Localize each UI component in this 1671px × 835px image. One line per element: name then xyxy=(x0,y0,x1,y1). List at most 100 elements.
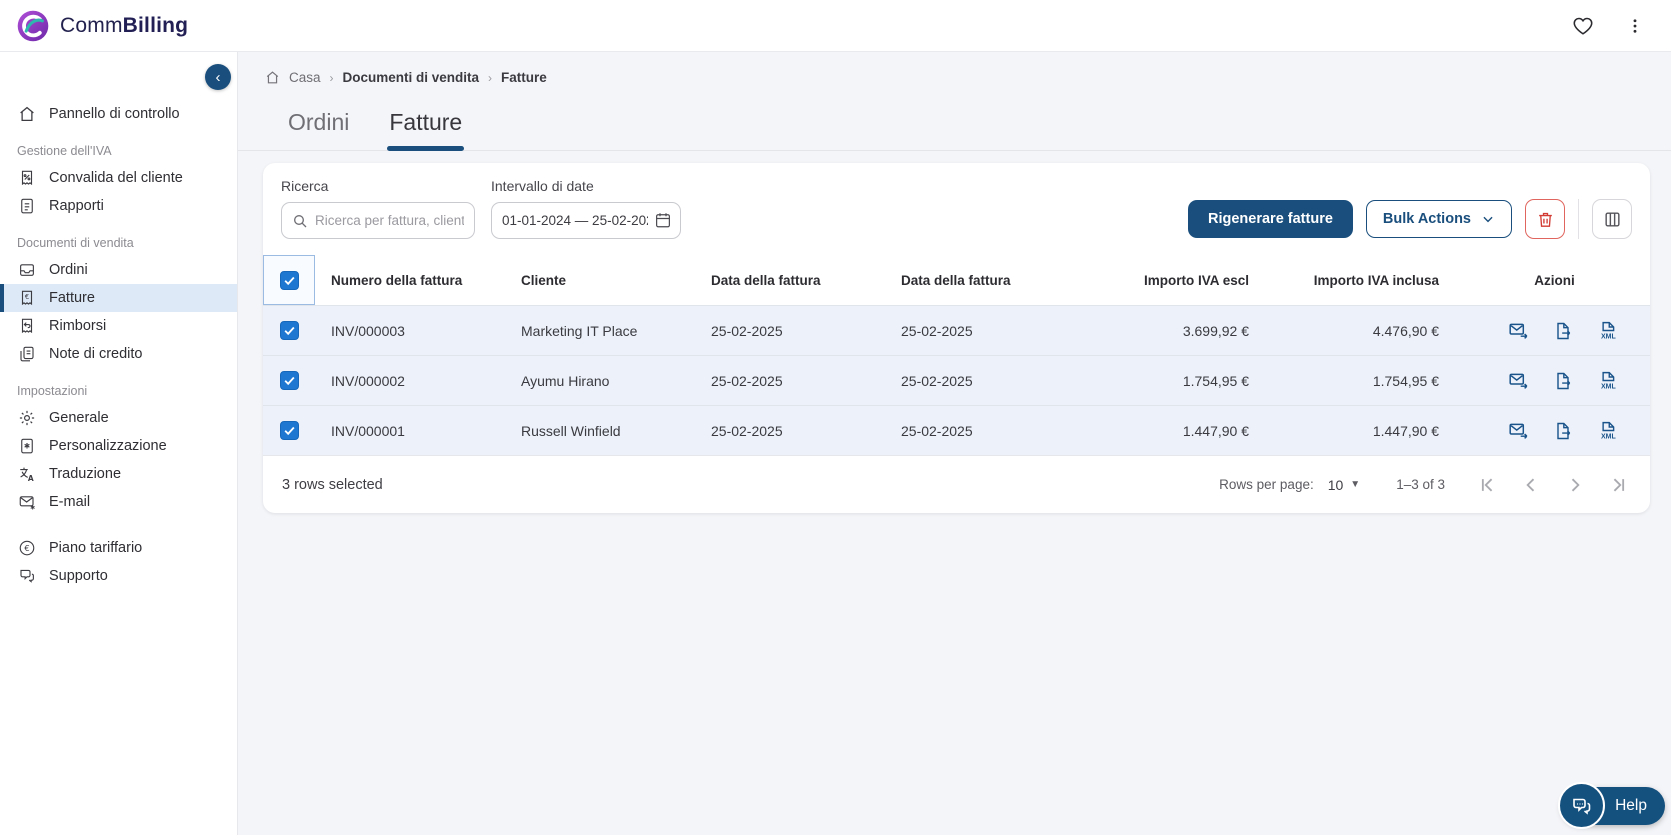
search-input[interactable] xyxy=(315,213,464,228)
client-name: Marketing IT Place xyxy=(521,322,638,339)
invoice-date-2: 25-02-2025 xyxy=(901,322,973,339)
rows-selected-text: 3 rows selected xyxy=(282,476,383,493)
breadcrumb-home[interactable]: Casa xyxy=(289,70,321,85)
first-page-icon[interactable] xyxy=(1475,473,1499,497)
tab-invoices[interactable]: Fatture xyxy=(387,109,465,151)
row-checkbox[interactable] xyxy=(279,421,299,440)
search-label: Ricerca xyxy=(281,178,329,194)
sidebar-item-refunds[interactable]: Rimborsi xyxy=(0,312,237,340)
row-checkbox[interactable] xyxy=(279,371,299,390)
table-row: INV/000001 Russell Winfield 25-02-2025 2… xyxy=(263,405,1650,455)
search-input-wrap xyxy=(281,202,475,239)
amount-excl-vat: 1.447,90 € xyxy=(1182,422,1249,439)
col-header-invoice-number[interactable]: Numero della fattura xyxy=(315,273,505,288)
table-header: Numero della fattura Cliente Data della … xyxy=(263,255,1650,305)
kebab-menu-icon[interactable] xyxy=(1623,14,1647,38)
chevron-down-icon xyxy=(1483,216,1493,223)
col-header-client[interactable]: Cliente xyxy=(505,273,695,288)
col-header-amount-incl[interactable]: Importo IVA inclusa xyxy=(1265,273,1455,288)
sidebar-item-label: Pannello di controllo xyxy=(49,106,180,122)
main-content: Casa › Documenti di vendita › Fatture Or… xyxy=(238,52,1671,835)
breadcrumb-separator: › xyxy=(488,70,493,85)
topbar: CommBilling xyxy=(0,0,1671,52)
next-page-icon[interactable] xyxy=(1563,473,1587,497)
sidebar-item-invoices[interactable]: € Fatture xyxy=(0,284,237,312)
trash-icon xyxy=(1538,212,1552,227)
calendar-icon xyxy=(654,211,672,234)
sidebar-section-settings: Impostazioni xyxy=(17,384,88,398)
sidebar-item-pricing[interactable]: € Piano tariffario xyxy=(0,534,237,562)
client-name: Russell Winfield xyxy=(521,422,621,439)
report-document-icon xyxy=(17,197,36,216)
send-email-icon[interactable] xyxy=(1508,370,1529,391)
export-xml-icon[interactable]: XML xyxy=(1597,420,1618,441)
select-all-checkbox[interactable] xyxy=(279,270,299,290)
sidebar-collapse-button[interactable]: ‹ xyxy=(205,64,231,90)
regenerate-invoices-button[interactable]: Rigenerare fatture xyxy=(1188,200,1353,238)
svg-text:XML: XML xyxy=(1600,383,1616,390)
send-email-icon[interactable] xyxy=(1508,420,1529,441)
sidebar-item-label: Fatture xyxy=(49,290,95,306)
column-settings-button[interactable] xyxy=(1592,199,1632,239)
col-header-amount-excl[interactable]: Importo IVA escl xyxy=(1075,273,1265,288)
breadcrumb-home-icon[interactable] xyxy=(265,70,280,85)
export-document-icon[interactable] xyxy=(1553,371,1573,391)
svg-text:✱: ✱ xyxy=(30,505,35,512)
rows-per-page-value: 10 xyxy=(1327,476,1344,493)
svg-text:✱: ✱ xyxy=(23,442,29,451)
sidebar-item-label: Rimborsi xyxy=(49,318,107,334)
col-header-invoice-date[interactable]: Data della fattura xyxy=(695,273,885,288)
inbox-icon xyxy=(17,261,36,280)
invoice-date-2: 25-02-2025 xyxy=(901,422,973,439)
bulk-actions-label: Bulk Actions xyxy=(1382,211,1471,227)
pagination-range: 1–3 of 3 xyxy=(1396,477,1445,492)
sidebar-item-dashboard[interactable]: Pannello di controllo xyxy=(0,100,237,128)
amount-incl-vat: 1.447,90 € xyxy=(1372,422,1439,439)
sidebar-item-customer-validation[interactable]: Convalida del cliente xyxy=(0,164,237,192)
sidebar-item-customization[interactable]: ✱ Personalizzazione xyxy=(0,432,237,460)
invoice-date: 25-02-2025 xyxy=(711,322,783,339)
table-footer: 3 rows selected Rows per page: 10 ▼ 1–3 … xyxy=(263,455,1650,513)
sidebar-item-reports[interactable]: Rapporti xyxy=(0,192,237,220)
sidebar-item-label: Note di credito xyxy=(49,346,143,362)
columns-icon xyxy=(1604,211,1620,227)
sidebar-item-orders[interactable]: Ordini xyxy=(0,256,237,284)
sidebar-item-translation[interactable]: A Traduzione xyxy=(0,460,237,488)
breadcrumb-section[interactable]: Documenti di vendita xyxy=(343,70,480,85)
favorites-heart-icon[interactable] xyxy=(1571,14,1595,38)
date-range-input[interactable]: 01-01-2024 — 25-02-2025 xyxy=(491,202,681,239)
toolbar-divider xyxy=(1578,199,1579,239)
send-email-icon[interactable] xyxy=(1508,320,1529,341)
help-button[interactable]: Help xyxy=(1558,782,1665,829)
tab-orders[interactable]: Ordini xyxy=(286,109,351,150)
amount-incl-vat: 1.754,95 € xyxy=(1372,372,1439,389)
sidebar-item-general[interactable]: Generale xyxy=(0,404,237,432)
breadcrumb-separator: › xyxy=(329,70,334,85)
sidebar-item-credit-notes[interactable]: Note di credito xyxy=(0,340,237,368)
export-document-icon[interactable] xyxy=(1553,421,1573,441)
export-document-icon[interactable] xyxy=(1553,321,1573,341)
invoice-number: INV/000001 xyxy=(331,422,405,439)
col-header-invoice-date-2[interactable]: Data della fattura xyxy=(885,273,1075,288)
bulk-actions-button[interactable]: Bulk Actions xyxy=(1365,200,1512,238)
export-xml-icon[interactable]: XML xyxy=(1597,370,1618,391)
refund-return-icon xyxy=(17,317,36,336)
export-xml-icon[interactable]: XML xyxy=(1597,320,1618,341)
last-page-icon[interactable] xyxy=(1607,473,1631,497)
table-row: INV/000002 Ayumu Hirano 25-02-2025 25-02… xyxy=(263,355,1650,405)
row-checkbox[interactable] xyxy=(279,321,299,340)
sidebar-item-email[interactable]: ✱ E-mail xyxy=(0,488,237,516)
sidebar: ‹ Pannello di controllo Gestione dell'IV… xyxy=(0,52,238,835)
delete-selected-button[interactable] xyxy=(1525,199,1565,239)
sidebar-item-label: Personalizzazione xyxy=(49,438,167,454)
date-range-label: Intervallo di date xyxy=(491,178,594,194)
sidebar-section-sales: Documenti di vendita xyxy=(17,236,134,250)
previous-page-icon[interactable] xyxy=(1519,473,1543,497)
sidebar-item-label: Piano tariffario xyxy=(49,540,143,556)
breadcrumb-current: Fatture xyxy=(501,70,547,85)
support-chat-icon xyxy=(17,567,36,586)
tab-bar: Ordini Fatture xyxy=(238,85,1671,151)
svg-text:€: € xyxy=(24,293,28,301)
rows-per-page-select[interactable]: 10 ▼ xyxy=(1328,477,1360,493)
sidebar-item-support[interactable]: Supporto xyxy=(0,562,237,590)
